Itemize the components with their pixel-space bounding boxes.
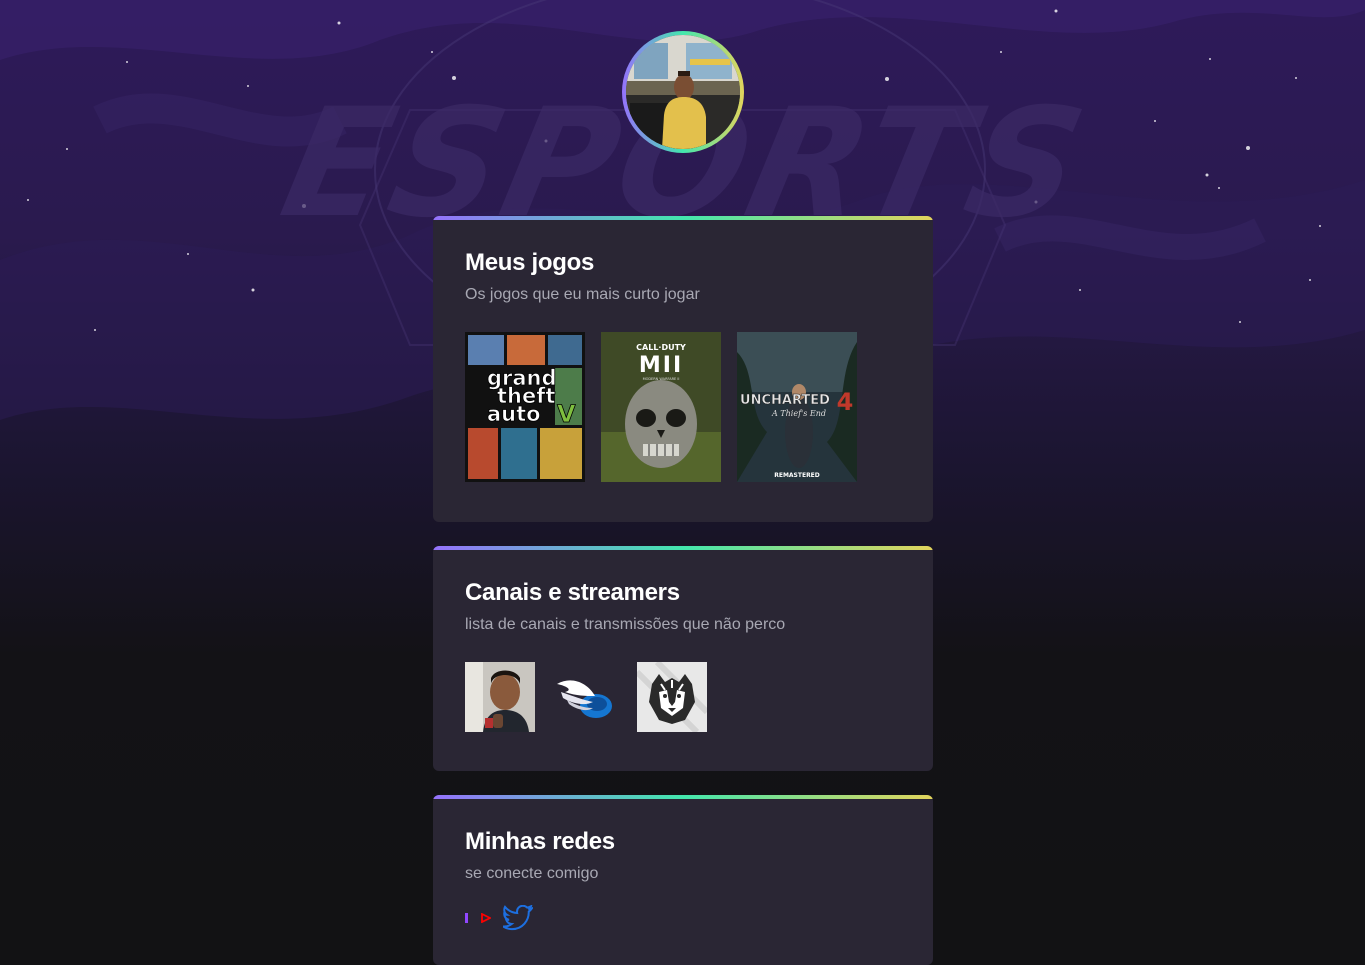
streamers-card: Canais e streamers lista de canais e tra… xyxy=(433,546,933,771)
page: Meus jogos Os jogos que eu mais curto jo… xyxy=(0,0,1365,965)
svg-text:MODERN WARFARE II: MODERN WARFARE II xyxy=(643,377,680,381)
networks-list xyxy=(465,905,901,931)
svg-text:auto: auto xyxy=(487,402,541,426)
svg-text:MII: MII xyxy=(639,353,683,378)
streamer-avatar-tiger[interactable] xyxy=(637,662,707,732)
streamer-avatar-selfie[interactable] xyxy=(465,662,535,732)
svg-text:UNCHARTED: UNCHARTED xyxy=(740,393,830,408)
game-cover-gta-v[interactable]: grand theft auto V xyxy=(465,332,585,482)
youtube-icon[interactable] xyxy=(481,913,491,923)
games-list: grand theft auto V CALL·DUTY MII MODERN … xyxy=(465,332,901,482)
svg-text:A Thief's End: A Thief's End xyxy=(771,409,826,418)
networks-title: Minhas redes xyxy=(465,828,615,855)
game-cover-uncharted-4[interactable]: UNCHARTED 4 A Thief's End REMASTERED xyxy=(737,332,857,482)
networks-card: Minhas redes se conecte comigo xyxy=(433,795,933,965)
networks-subtitle: se conecte comigo xyxy=(465,865,599,882)
twitter-icon[interactable] xyxy=(503,905,533,931)
svg-text:V: V xyxy=(557,400,576,428)
streamer-avatar-winged-logo[interactable] xyxy=(551,662,621,732)
avatar-photo xyxy=(626,35,740,149)
svg-text:REMASTERED: REMASTERED xyxy=(774,472,820,479)
games-card: Meus jogos Os jogos que eu mais curto jo… xyxy=(433,216,933,522)
games-subtitle: Os jogos que eu mais curto jogar xyxy=(465,286,700,303)
svg-text:CALL·DUTY: CALL·DUTY xyxy=(636,343,686,352)
svg-text:4: 4 xyxy=(837,388,854,416)
streamers-list xyxy=(465,662,901,732)
streamers-subtitle: lista de canais e transmissões que não p… xyxy=(465,616,786,633)
avatar xyxy=(626,35,740,149)
avatar-ring xyxy=(622,31,744,153)
game-cover-cod-mw2[interactable]: CALL·DUTY MII MODERN WARFARE II xyxy=(601,332,721,482)
streamers-title: Canais e streamers xyxy=(465,579,680,606)
twitch-icon[interactable] xyxy=(465,913,469,923)
games-title: Meus jogos xyxy=(465,249,595,276)
